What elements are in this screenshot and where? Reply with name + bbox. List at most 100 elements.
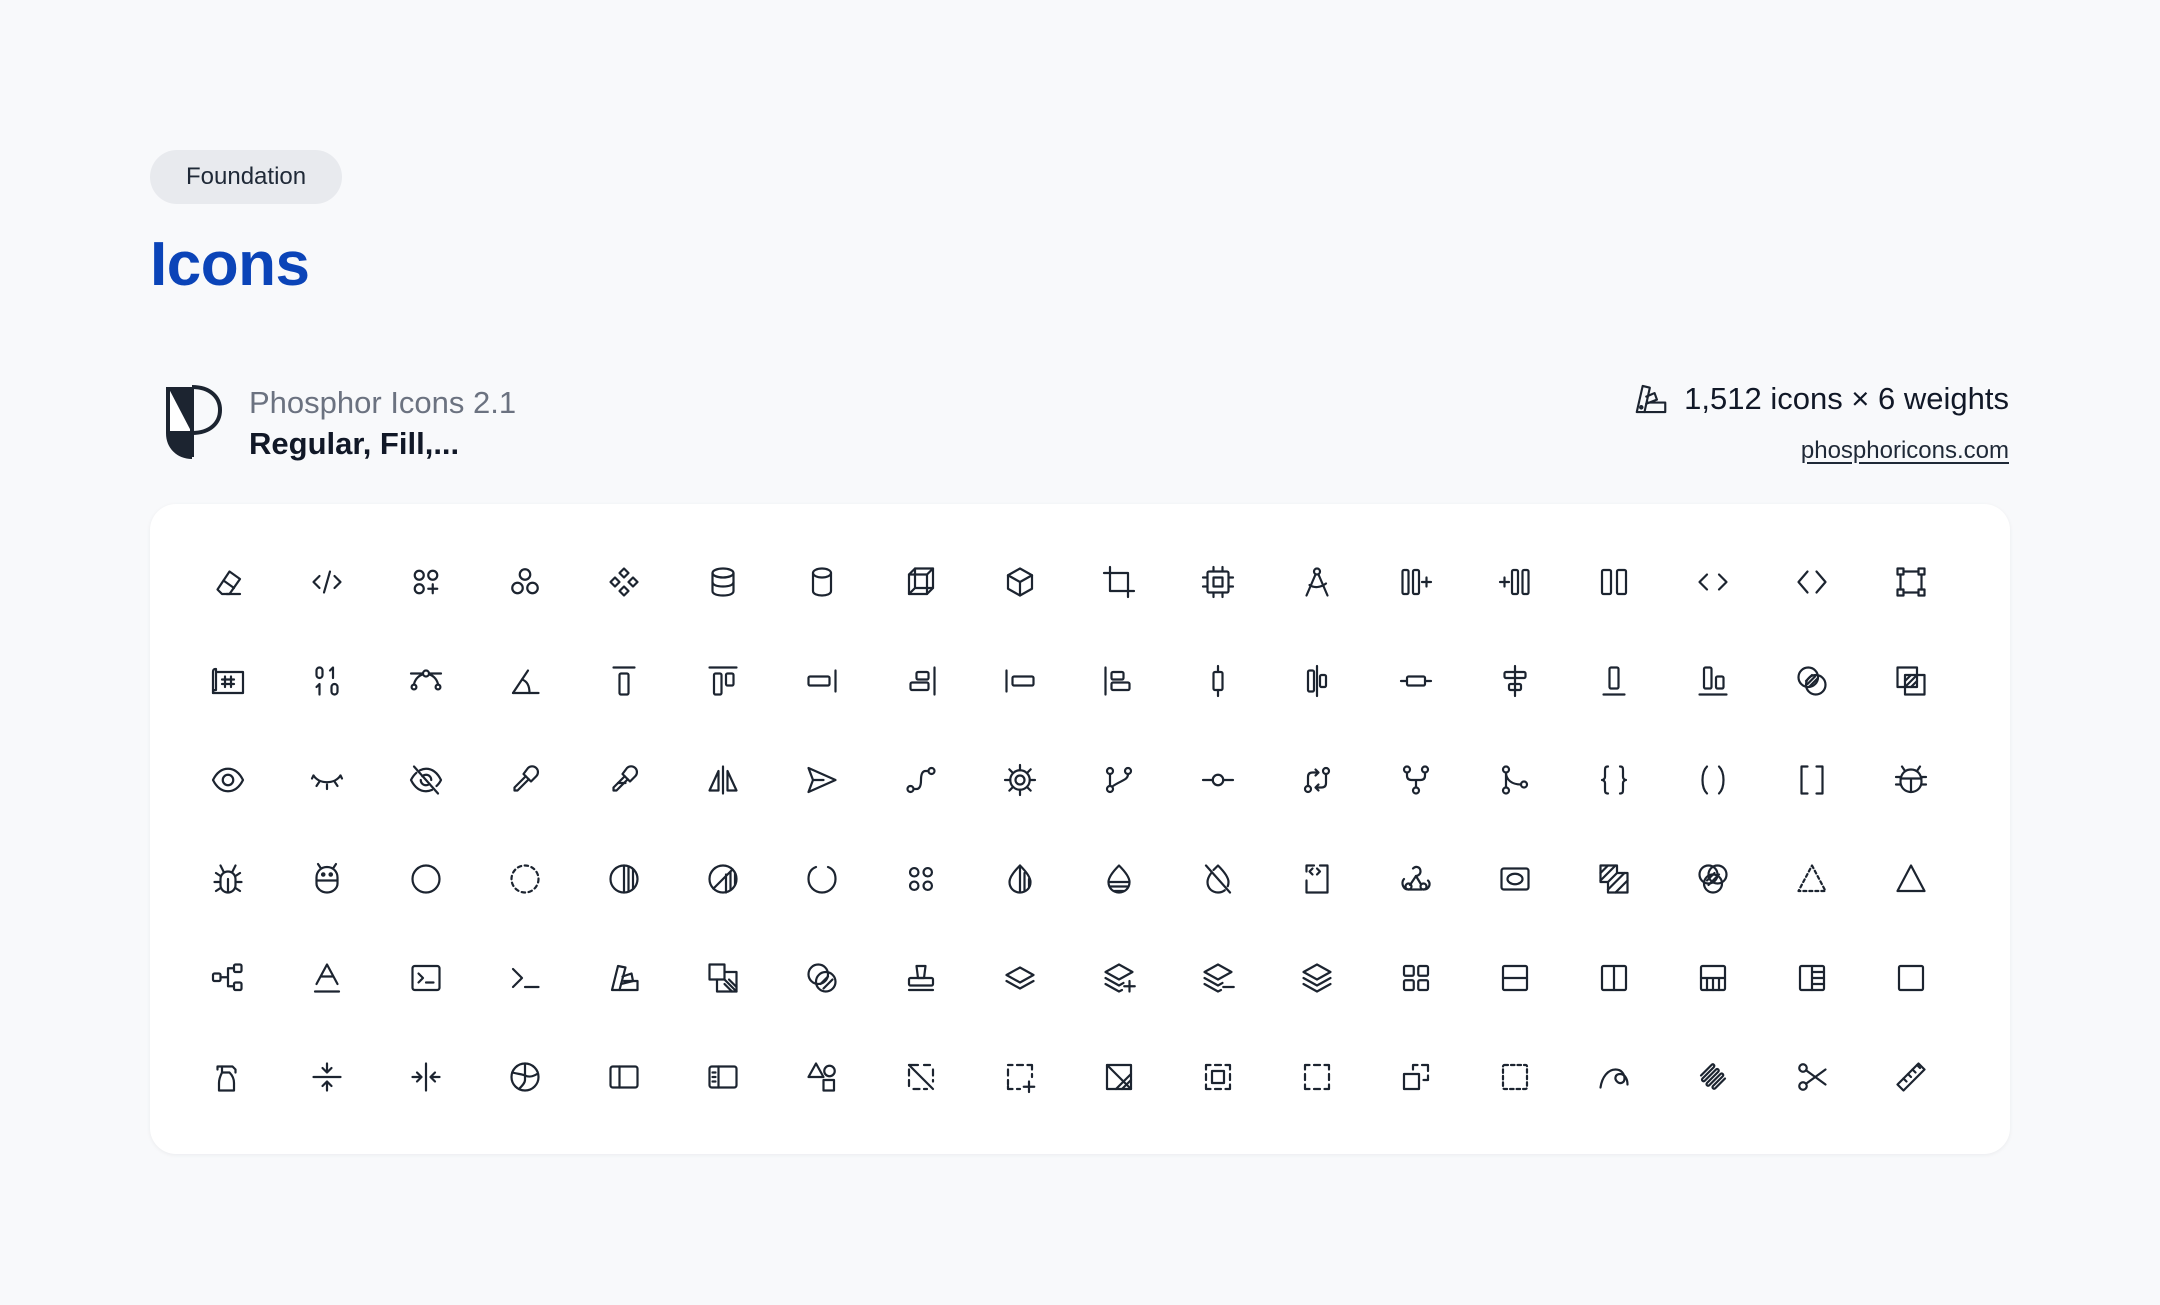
icon-tile-align-top[interactable] <box>692 650 754 712</box>
icon-tile-exclude[interactable] <box>791 947 853 1009</box>
icon-tile-stack-minus[interactable] <box>1187 947 1249 1009</box>
icon-tile-git-diff[interactable] <box>1286 749 1348 811</box>
icon-tile-bug[interactable] <box>197 848 259 910</box>
icon-tile-triangle[interactable] <box>1880 848 1942 910</box>
icon-tile-eyedropper-sample[interactable] <box>593 749 655 811</box>
icon-tile-globe-hemisphere[interactable] <box>494 1046 556 1108</box>
icon-tile-terminal-window[interactable] <box>395 947 457 1009</box>
icon-tile-intersect-circle[interactable] <box>1781 650 1843 712</box>
icon-tile-selection-foreground[interactable] <box>692 947 754 1009</box>
icon-tile-selection[interactable] <box>1286 1046 1348 1108</box>
icon-tile-selection-dashed[interactable] <box>1484 1046 1546 1108</box>
icon-tile-intersect-three[interactable] <box>1682 848 1744 910</box>
icon-tile-square-half-bottom[interactable] <box>1682 947 1744 1009</box>
icon-tile-columns-plus-left[interactable] <box>1484 551 1546 613</box>
icon-tile-stamp[interactable] <box>890 947 952 1009</box>
icon-tile-gear-fine[interactable] <box>989 749 1051 811</box>
icon-tile-squares-four[interactable] <box>1385 947 1447 1009</box>
icon-tile-selection-inverse[interactable] <box>1088 1046 1150 1108</box>
icon-tile-drop-half-bottom[interactable] <box>1088 848 1150 910</box>
icon-tile-circle-half-tilt[interactable] <box>692 848 754 910</box>
icon-tile-align-center-horizontal-simple[interactable] <box>1385 650 1447 712</box>
icon-tile-triangle-dashed[interactable] <box>1781 848 1843 910</box>
icon-tile-spray-bottle[interactable] <box>197 1046 259 1108</box>
icon-tile-columns[interactable] <box>1583 551 1645 613</box>
icon-tile-bounding-box[interactable] <box>1880 551 1942 613</box>
icon-tile-eraser[interactable] <box>197 551 259 613</box>
icon-tile-stack-plus[interactable] <box>1088 947 1150 1009</box>
icon-tile-file-code[interactable] <box>1286 848 1348 910</box>
icon-tile-circles-three[interactable] <box>494 551 556 613</box>
icon-tile-selection-all[interactable] <box>1187 1046 1249 1108</box>
icon-tile-cube-transparent[interactable] <box>890 551 952 613</box>
icon-tile-git-commit[interactable] <box>1187 749 1249 811</box>
icon-tile-circle-notch[interactable] <box>791 848 853 910</box>
icon-tile-brackets-curly[interactable] <box>1583 749 1645 811</box>
icon-tile-square-split-horizontal[interactable] <box>1583 947 1645 1009</box>
icon-tile-align-bottom-simple[interactable] <box>1583 650 1645 712</box>
icon-tile-scribble-loop[interactable] <box>1583 1046 1645 1108</box>
icon-tile-align-right[interactable] <box>890 650 952 712</box>
icon-tile-drop-half[interactable] <box>989 848 1051 910</box>
icon-tile-square-half[interactable] <box>1781 947 1843 1009</box>
icon-tile-circle-dashed[interactable] <box>494 848 556 910</box>
icon-tile-bezier-curve[interactable] <box>395 650 457 712</box>
icon-tile-brackets-round[interactable] <box>1682 749 1744 811</box>
icon-tile-database[interactable] <box>692 551 754 613</box>
icon-tile-eyedropper[interactable] <box>494 749 556 811</box>
icon-tile-diamonds-four[interactable] <box>593 551 655 613</box>
icon-tile-cpu[interactable] <box>1187 551 1249 613</box>
icon-tile-align-center-vertical-simple[interactable] <box>1187 650 1249 712</box>
icon-tile-align-right-simple[interactable] <box>791 650 853 712</box>
icon-tile-swatches[interactable] <box>593 947 655 1009</box>
icon-tile-git-fork[interactable] <box>1385 749 1447 811</box>
icon-tile-drop-slash[interactable] <box>1187 848 1249 910</box>
icon-tile-angle[interactable] <box>494 650 556 712</box>
icon-tile-path[interactable] <box>890 749 952 811</box>
icon-tile-eye-slash[interactable] <box>395 749 457 811</box>
icon-tile-sidebar[interactable] <box>692 1046 754 1108</box>
icon-tile-tree-structure[interactable] <box>197 947 259 1009</box>
icon-tile-align-top-simple[interactable] <box>593 650 655 712</box>
icon-tile-stack-simple[interactable] <box>989 947 1051 1009</box>
icon-tile-bug-droid[interactable] <box>296 848 358 910</box>
icon-tile-git-branch[interactable] <box>1088 749 1150 811</box>
icon-tile-align-bottom[interactable] <box>1682 650 1744 712</box>
icon-tile-intersect-square[interactable] <box>1880 650 1942 712</box>
icon-tile-sidebar-simple[interactable] <box>593 1046 655 1108</box>
icon-tile-eye[interactable] <box>197 749 259 811</box>
icon-tile-square[interactable] <box>1880 947 1942 1009</box>
icon-tile-ruler[interactable] <box>1880 1046 1942 1108</box>
icon-tile-circle-half[interactable] <box>593 848 655 910</box>
icon-tile-stack[interactable] <box>1286 947 1348 1009</box>
icon-tile-blueprint[interactable] <box>197 650 259 712</box>
icon-tile-shapes-plus[interactable] <box>395 551 457 613</box>
icon-tile-cube[interactable] <box>989 551 1051 613</box>
icon-tile-paper-plane[interactable] <box>791 749 853 811</box>
icon-tile-square-split-vertical[interactable] <box>1484 947 1546 1009</box>
icon-tile-git-merge[interactable] <box>1484 749 1546 811</box>
icon-tile-text-a-underline[interactable] <box>296 947 358 1009</box>
icon-tile-align-center-horizontal[interactable] <box>1484 650 1546 712</box>
icon-tile-crop[interactable] <box>1088 551 1150 613</box>
icon-tile-compass-tool[interactable] <box>1286 551 1348 613</box>
icon-tile-code-slash[interactable] <box>296 551 358 613</box>
icon-tile-align-center-vertical[interactable] <box>1286 650 1348 712</box>
icon-tile-terminal[interactable] <box>494 947 556 1009</box>
icon-tile-selection-background[interactable] <box>1583 848 1645 910</box>
icon-tile-circle[interactable] <box>395 848 457 910</box>
icon-tile-scribble[interactable] <box>1682 1046 1744 1108</box>
icon-tile-scissors[interactable] <box>1781 1046 1843 1108</box>
icon-tile-frame-corners[interactable] <box>1484 848 1546 910</box>
icon-tile-eye-closed[interactable] <box>296 749 358 811</box>
icon-tile-webhooks-logo[interactable] <box>1385 848 1447 910</box>
icon-tile-split-vertical[interactable] <box>296 1046 358 1108</box>
icon-tile-brackets-square[interactable] <box>1781 749 1843 811</box>
icon-tile-split-horizontal[interactable] <box>395 1046 457 1108</box>
icon-tile-bug-beetle[interactable] <box>1880 749 1942 811</box>
icon-tile-selection-foreground-alt[interactable] <box>1385 1046 1447 1108</box>
icon-tile-shapes[interactable] <box>791 1046 853 1108</box>
icon-tile-align-left-simple[interactable] <box>989 650 1051 712</box>
icon-tile-binary[interactable] <box>296 650 358 712</box>
icon-tile-selection-slash[interactable] <box>890 1046 952 1108</box>
